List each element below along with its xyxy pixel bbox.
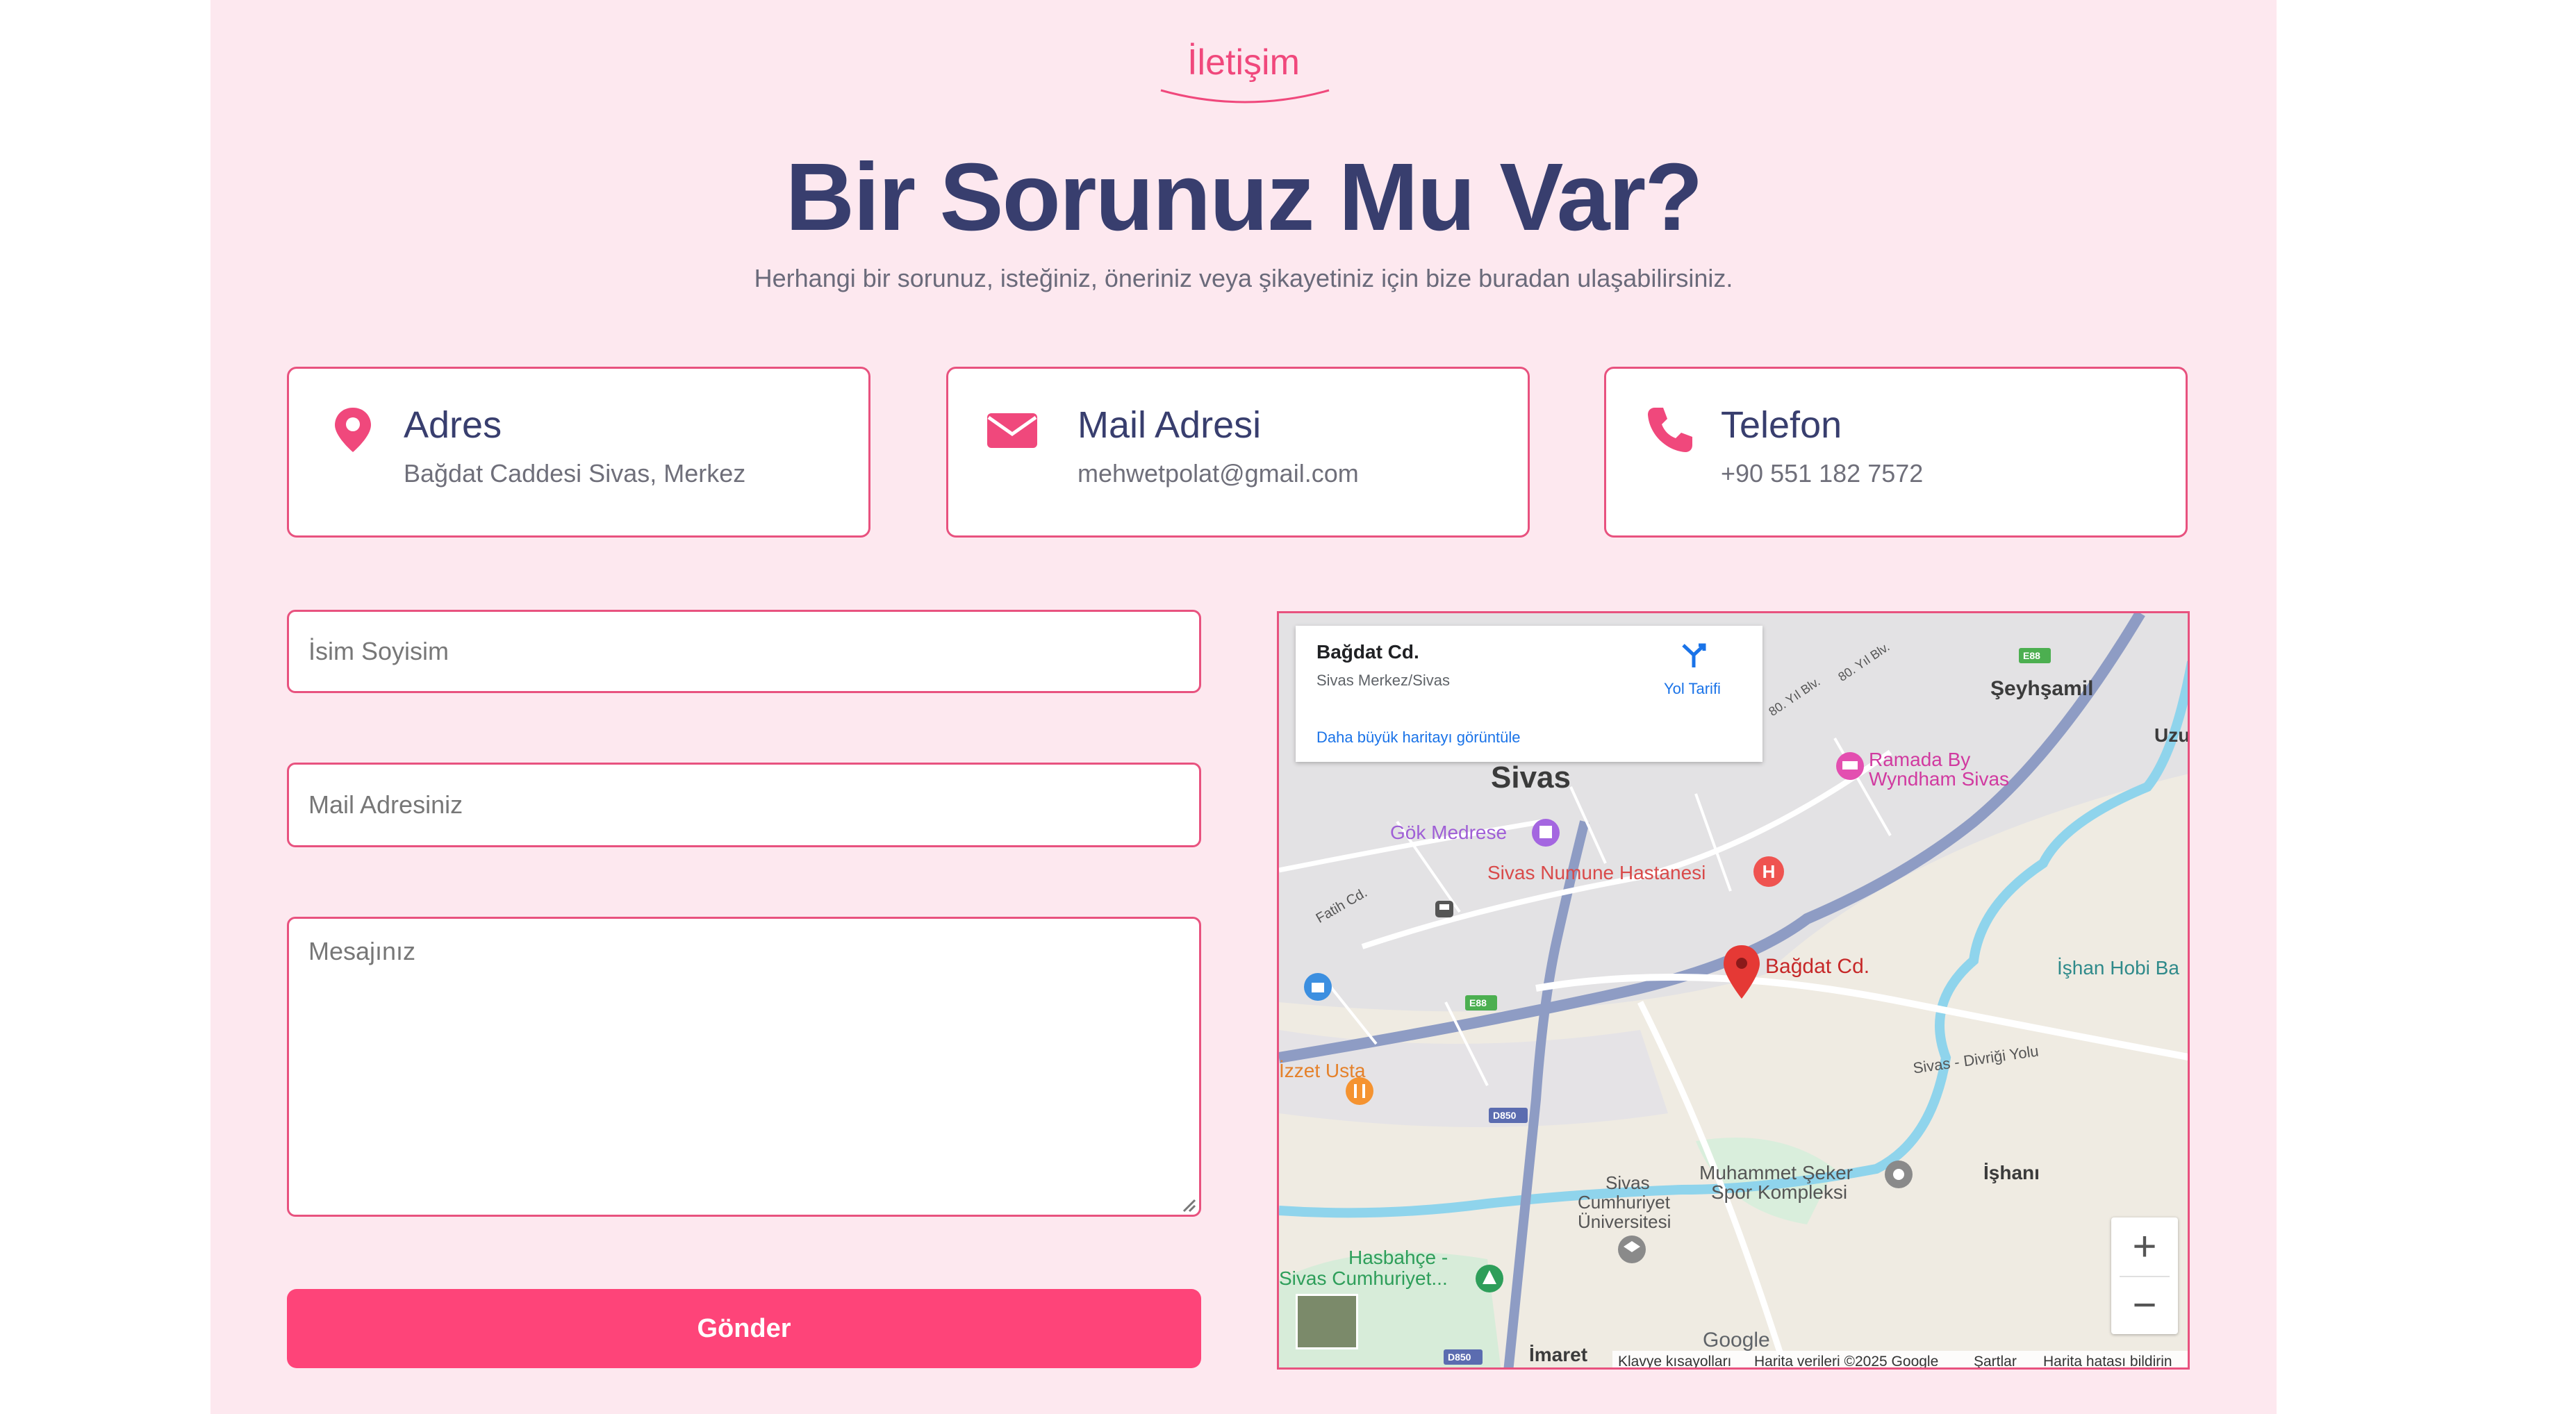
map-label-university-3: Üniversitesi (1578, 1211, 1671, 1232)
map-label-park: Hasbahçe - (1348, 1247, 1448, 1268)
map-place-name: Bağdat Cd. (1316, 641, 1419, 663)
transit-icon[interactable] (1435, 901, 1453, 917)
phone-value: +90 551 182 7572 (1721, 459, 1924, 488)
mail-title: Mail Adresi (1078, 404, 1262, 446)
hospital-icon[interactable]: H (1753, 856, 1784, 887)
phone-icon (1648, 408, 1692, 452)
keyboard-shortcuts-link[interactable]: Klavye kısayolları (1618, 1354, 1731, 1367)
park-icon[interactable] (1476, 1265, 1503, 1292)
zoom-in-button[interactable]: + (2111, 1217, 2178, 1276)
google-logo: Google (1703, 1329, 1770, 1351)
road-label-d850: D850 (1493, 1110, 1517, 1121)
address-value: Bağdat Caddesi Sivas, Merkez (404, 459, 746, 488)
directions-icon[interactable] (1676, 641, 1711, 669)
page-subtitle: Herhangi bir sorunuz, isteğiniz, önerini… (754, 264, 1733, 292)
zoom-out-button[interactable]: − (2111, 1276, 2178, 1334)
map-place-address: Sivas Merkez/Sivas (1316, 672, 1450, 689)
map-label-stadium-2: Spor Kompleksi (1711, 1181, 1848, 1203)
landmark-icon[interactable] (1532, 819, 1560, 847)
mail-value: mehwetpolat@gmail.com (1078, 459, 1359, 488)
svg-text:H: H (1762, 861, 1776, 882)
map-label-imaret: İmaret (1529, 1344, 1588, 1365)
map-label-ishani: İşhanı (1983, 1162, 2040, 1183)
satellite-toggle[interactable] (1296, 1294, 1358, 1349)
address-title: Adres (404, 404, 502, 446)
map-marker-icon (335, 408, 371, 452)
map-label-university: Sivas (1605, 1172, 1650, 1193)
map-info-card: Bağdat Cd. Sivas Merkez/Sivas Yol Tarifi… (1296, 626, 1762, 762)
larger-map-link[interactable]: Daha büyük haritayı görüntüle (1316, 729, 1521, 747)
road-label-e88: E88 (2023, 650, 2040, 661)
phone-card: Telefon +90 551 182 7572 (1604, 367, 2188, 538)
map-data-text: Harita verileri ©2025 Google (1754, 1354, 1939, 1370)
envelope-icon (987, 413, 1037, 448)
map-label-park-2: Sivas Cumhuriyet... (1279, 1267, 1448, 1289)
phone-title: Telefon (1721, 404, 1842, 446)
shopping-icon[interactable] (1304, 973, 1332, 1001)
directions-link[interactable]: Yol Tarifi (1664, 680, 1721, 698)
terms-link[interactable]: Şartlar (1974, 1354, 2017, 1367)
section-label: İletişim (1187, 42, 1300, 83)
map-label-pin: Bağdat Cd. (1765, 955, 1870, 978)
message-textarea[interactable] (287, 917, 1201, 1217)
map-label-hotel-2: Wyndham Sivas (1869, 768, 2010, 790)
map-label-hospital: Sivas Numune Hastanesi (1487, 862, 1706, 883)
mail-card: Mail Adresi mehwetpolat@gmail.com (946, 367, 1530, 538)
map-embed[interactable]: H E88 E88 D850 D850 Sivas Şeyhşamil Rama… (1277, 611, 2190, 1370)
zoom-controls: + − (2111, 1217, 2178, 1334)
map-label-uzu: Uzu (2154, 724, 2190, 746)
road-label-e88: E88 (1469, 997, 1487, 1008)
map-label-city: Sivas (1491, 760, 1571, 795)
report-error-link[interactable]: Harita hatası bildirin (2043, 1354, 2172, 1367)
email-input[interactable] (287, 763, 1201, 847)
section-underline (1160, 89, 1330, 103)
map-label-izzet-usta: İzzet Usta (1279, 1060, 1366, 1081)
map-label-seyhsamil: Şeyhşamil (1990, 677, 2094, 700)
map-label-gok-medrese: Gök Medrese (1390, 822, 1508, 843)
submit-button[interactable]: Gönder (287, 1289, 1201, 1368)
map-footer: Klavye kısayolları Harita verileri ©2025… (1612, 1351, 2188, 1370)
address-card: Adres Bağdat Caddesi Sivas, Merkez (287, 367, 870, 538)
map-label-ishan-hobi: İşhan Hobi Ba (2057, 957, 2179, 979)
name-input[interactable] (287, 610, 1201, 693)
stadium-icon[interactable] (1885, 1161, 1913, 1188)
resize-handle-icon[interactable] (1180, 1196, 1196, 1213)
road-label-d850: D850 (1448, 1351, 1471, 1363)
university-icon[interactable] (1618, 1236, 1646, 1263)
map-label-university-2: Cumhuriyet (1578, 1192, 1670, 1213)
page-title: Bir Sorunuz Mu Var? (785, 144, 1703, 251)
hotel-icon[interactable] (1836, 752, 1864, 780)
